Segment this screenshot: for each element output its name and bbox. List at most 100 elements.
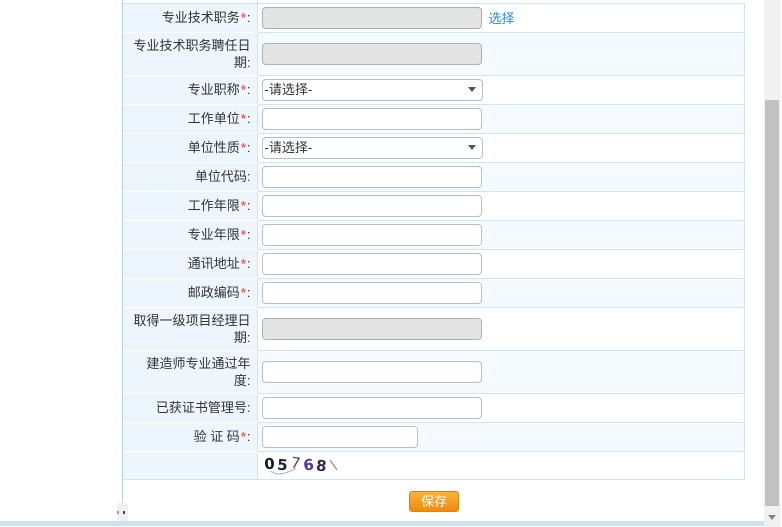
form-row-captcha-image: 05768	[123, 451, 745, 480]
row-label-tech-position-appoint-date: 专业技术职务聘任日 期:	[123, 32, 258, 76]
row-label-captcha-code: 验 证 码*:	[123, 422, 258, 452]
resize-dot	[117, 511, 119, 514]
form-row-constructor-major-pass-year: 建造师专业通过年 度:	[123, 350, 745, 394]
row-field-tech-position-appoint-date	[257, 32, 745, 76]
label-text: 工作单位	[187, 111, 240, 126]
professional-tech-position-input	[261, 6, 482, 29]
label-colon: :	[246, 111, 251, 126]
row-label-captcha-image	[123, 451, 258, 480]
row-label-first-class-pm-date: 取得一级项目经理日 期:	[123, 307, 258, 351]
form-row-mailing-address: 通讯地址*:	[123, 249, 745, 279]
required-asterisk: *	[240, 140, 246, 155]
required-asterisk: *	[240, 111, 246, 126]
label-colon: :	[246, 82, 251, 97]
form-row-captcha-code: 验 证 码*:	[123, 422, 745, 452]
save-button[interactable]: 保存	[408, 491, 459, 512]
row-field-professional-tech-position: 选择	[257, 3, 745, 33]
row-field-constructor-major-pass-year	[257, 350, 745, 394]
resize-dot	[123, 511, 125, 514]
captcha-code-input[interactable]	[261, 425, 418, 448]
form-row-unit-code: 单位代码:	[123, 162, 745, 192]
unit-type-select-wrap: -请选择-	[261, 136, 483, 159]
row-field-mailing-address	[257, 249, 745, 279]
row-label-professional-tech-position: 专业技术职务*:	[123, 3, 258, 33]
mailing-address-input[interactable]	[261, 252, 482, 275]
row-field-postal-code	[257, 278, 745, 308]
professional-years-input[interactable]	[261, 223, 482, 246]
required-asterisk: *	[240, 198, 246, 213]
form-row-work-unit: 工作单位*:	[123, 104, 745, 134]
chevron-down-icon	[768, 515, 776, 520]
professional-title-select[interactable]: -请选择-	[261, 78, 483, 101]
tech-position-appoint-date-input	[261, 42, 482, 65]
label-text: 单位代码	[194, 169, 247, 184]
label-text: 专业技术职务	[161, 10, 240, 25]
label-text: 单位性质	[187, 140, 240, 155]
label-colon: :	[246, 10, 251, 25]
page: 专业技术职务*: 选择 专业技术职务聘任日 期: 专业职称*: -请选择- 工作单位*: 单…	[0, 0, 782, 527]
postal-code-input[interactable]	[261, 281, 482, 304]
captcha-image[interactable]: 05768	[262, 453, 362, 476]
form-row-professional-years: 专业年限*:	[123, 220, 745, 250]
label-colon: :	[246, 169, 251, 184]
row-field-professional-years	[257, 220, 745, 250]
obtained-certificate-number-input[interactable]	[261, 396, 482, 419]
label-colon: :	[246, 285, 251, 300]
row-field-unit-type: -请选择-	[257, 133, 745, 163]
label-text: 已获证书管理号	[155, 400, 247, 415]
required-asterisk: *	[240, 256, 246, 271]
form-row-postal-code: 邮政编码*:	[123, 278, 745, 308]
form-row-professional-title: 专业职称*: -请选择-	[123, 75, 745, 105]
form-actions: 保存	[123, 491, 745, 512]
row-label-professional-title: 专业职称*:	[123, 75, 258, 105]
label-colon: :	[246, 429, 251, 444]
form-row-unit-type: 单位性质*: -请选择-	[123, 133, 745, 163]
form-row-tech-position-appoint-date: 专业技术职务聘任日 期:	[123, 32, 745, 76]
row-label-obtained-certificate-number: 已获证书管理号:	[123, 393, 258, 423]
label-text: 验 证 码	[193, 429, 240, 444]
bottom-strip	[0, 521, 764, 526]
label-text: 邮政编码	[187, 285, 240, 300]
work-years-input[interactable]	[261, 194, 482, 217]
scrollbar-thumb[interactable]	[765, 100, 779, 506]
form-table: 专业技术职务*: 选择 专业技术职务聘任日 期: 专业职称*: -请选择- 工作单位*: 单…	[123, 0, 745, 480]
row-label-work-unit: 工作单位*:	[123, 104, 258, 134]
label-text: 建造师专业通过年 度	[146, 355, 251, 388]
row-field-work-years	[257, 191, 745, 221]
row-field-captcha-image: 05768	[257, 451, 745, 480]
row-label-work-years: 工作年限*:	[123, 191, 258, 221]
required-asterisk: *	[240, 10, 246, 25]
form-row-obtained-certificate-number: 已获证书管理号:	[123, 393, 745, 423]
label-text: 专业技术职务聘任日 期	[133, 37, 251, 70]
resize-handle	[117, 503, 128, 521]
form-row-first-class-pm-date: 取得一级项目经理日 期:	[123, 307, 745, 351]
required-asterisk: *	[240, 82, 246, 97]
vertical-scrollbar[interactable]	[764, 0, 781, 527]
row-label-mailing-address: 通讯地址*:	[123, 249, 258, 279]
label-colon: :	[246, 256, 251, 271]
label-text: 工作年限	[187, 198, 240, 213]
label-colon: :	[246, 198, 251, 213]
row-field-captcha-code	[257, 422, 745, 452]
row-label-constructor-major-pass-year: 建造师专业通过年 度:	[123, 350, 258, 394]
required-asterisk: *	[240, 429, 246, 444]
constructor-major-pass-year-input[interactable]	[261, 360, 482, 383]
row-field-unit-code	[257, 162, 745, 192]
label-colon: :	[246, 372, 251, 388]
label-colon: :	[246, 227, 251, 242]
form-row-work-years: 工作年限*:	[123, 191, 745, 221]
row-label-unit-type: 单位性质*:	[123, 133, 258, 163]
label-text: 通讯地址	[187, 256, 240, 271]
required-asterisk: *	[240, 227, 246, 242]
select-link[interactable]: 选择	[489, 11, 515, 26]
first-class-pm-date-input	[261, 317, 482, 340]
label-colon: :	[246, 400, 251, 415]
work-unit-input[interactable]	[261, 107, 482, 130]
captcha-noise	[269, 459, 338, 474]
row-field-work-unit	[257, 104, 745, 134]
label-colon: :	[246, 54, 251, 70]
unit-type-select[interactable]: -请选择-	[261, 136, 483, 159]
unit-code-input[interactable]	[261, 165, 482, 188]
scrollbar-down-button[interactable]	[764, 511, 781, 525]
label-text: 专业年限	[187, 227, 240, 242]
